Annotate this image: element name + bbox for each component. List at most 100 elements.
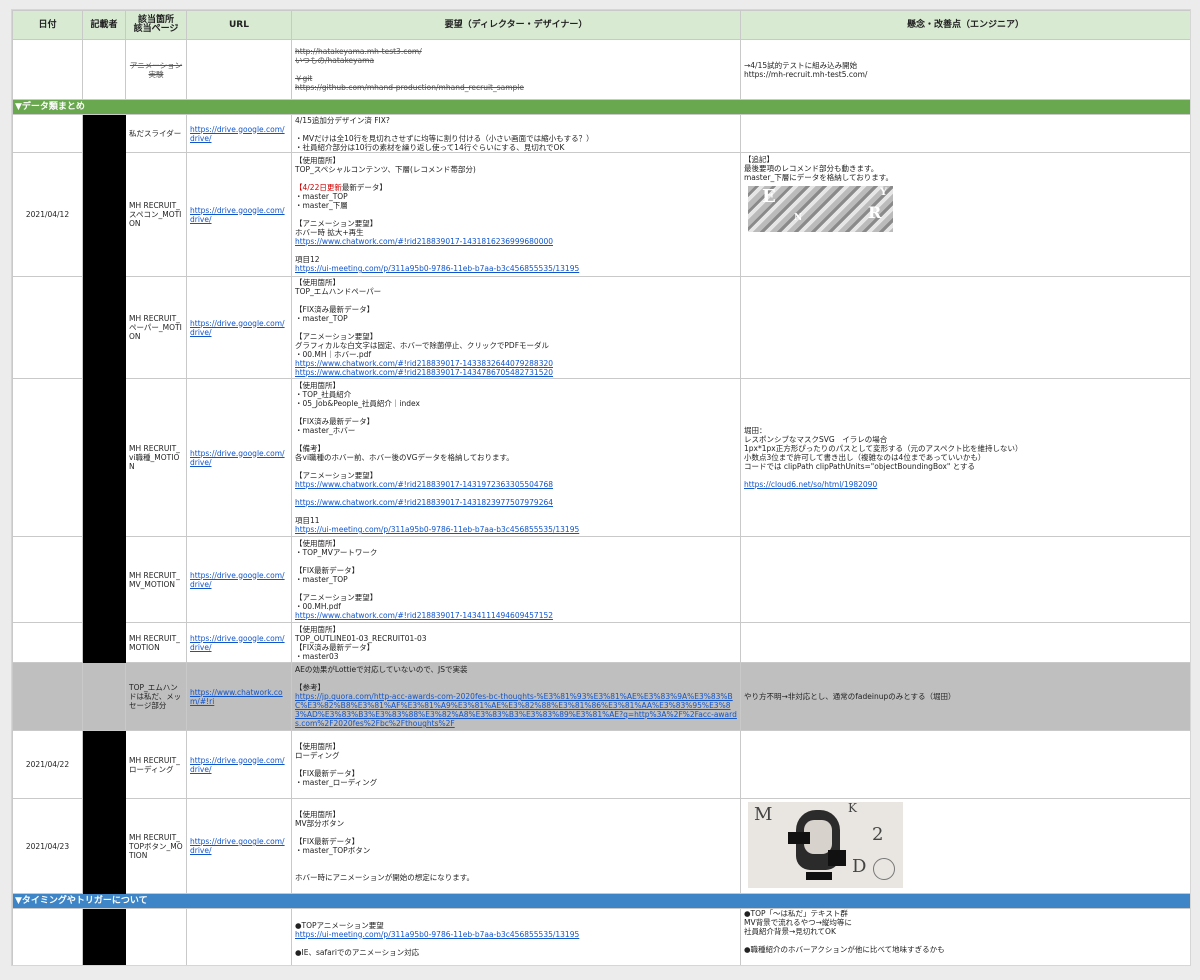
thumbnail-image[interactable]: M 2 D K bbox=[748, 802, 903, 888]
header-url: URL bbox=[186, 10, 292, 40]
cell-author[interactable] bbox=[82, 908, 126, 965]
header-page: 該当箇所 該当ページ bbox=[125, 10, 187, 40]
cell-url[interactable]: https://drive.google.com/drive/ bbox=[186, 730, 292, 799]
cell-date[interactable] bbox=[12, 276, 83, 379]
cell-date[interactable] bbox=[12, 39, 83, 100]
cell-url[interactable]: https://drive.google.com/drive/ bbox=[186, 622, 292, 663]
cell-concerns[interactable] bbox=[740, 536, 1190, 623]
table-row[interactable]: MH RECRUIT_vi職種_MOTION https://drive.goo… bbox=[12, 378, 1190, 537]
section-header[interactable]: ▼データ類まとめ bbox=[12, 99, 1190, 115]
cell-date[interactable] bbox=[12, 114, 83, 153]
chatwork-link[interactable]: https://www.chatwork.com/#!rid218839017-… bbox=[295, 359, 553, 368]
cell-author[interactable] bbox=[82, 152, 126, 277]
concerns-text: 【追記】 最後要項のレコメンド部分も動きます。 master_下層にデータを格納… bbox=[744, 155, 893, 182]
cell-url[interactable]: https://drive.google.com/drive/ bbox=[186, 378, 292, 537]
cell-concerns[interactable]: やり方不明→非対応とし、通常のfadeinupのみとする（堀田） bbox=[740, 662, 1190, 731]
section-header[interactable]: ▼タイミングやトリガーについて bbox=[12, 893, 1190, 909]
chatwork-link[interactable]: https://www.chatwork.com/#!rid218839017-… bbox=[295, 237, 553, 246]
table-row[interactable]: MH RECRUIT_MV_MOTION https://drive.googl… bbox=[12, 536, 1190, 623]
cell-request[interactable]: 【使用箇所】 MV部分ボタン 【FIX最新データ】 ・master_TOPボタン… bbox=[291, 798, 741, 894]
cell-request[interactable]: 4/15追加分デザイン済 FIX? ・MVだけは全10行を見切れさせずに均等に割… bbox=[291, 114, 741, 153]
cell-author[interactable] bbox=[82, 276, 126, 379]
cell-page[interactable]: TOP_エムハンドは私だ、メッセージ部分 bbox=[125, 662, 187, 731]
cell-url[interactable]: https://www.chatwork.com/#!ri bbox=[186, 662, 292, 731]
cell-concerns[interactable]: ●TOP「～は私だ」テキスト群 MV背景で流れるやつ→縦均等に 社員紹介背景→見… bbox=[740, 908, 1190, 965]
cell-request[interactable]: 【使用箇所】 TOP_スペシャルコンテンツ、下層(レコメンド帯部分) 【4/22… bbox=[291, 152, 741, 277]
screenshot-frame: 日付 記載者 該当箇所 該当ページ URL 要望（ディレクター・デザイナー） 懸… bbox=[0, 0, 1200, 980]
cell-author[interactable] bbox=[82, 622, 126, 663]
cell-date[interactable]: 2021/04/22 bbox=[12, 730, 83, 799]
cell-request[interactable]: 【使用箇所】 ・TOP_MVアートワーク 【FIX最新データ】 ・master_… bbox=[291, 536, 741, 623]
reference-link[interactable]: https://cloud6.net/so/html/1982090 bbox=[744, 480, 877, 489]
cell-concerns[interactable] bbox=[740, 114, 1190, 153]
cell-url[interactable]: https://drive.google.com/drive/ bbox=[186, 536, 292, 623]
table-row[interactable]: ●TOPアニメーション要望 https://ui-meeting.com/p/3… bbox=[12, 908, 1190, 965]
chatwork-link[interactable]: https://www.chatwork.com/#!rid218839017-… bbox=[295, 611, 553, 620]
cell-page[interactable] bbox=[125, 908, 187, 965]
cell-url[interactable]: https://drive.google.com/drive/ bbox=[186, 114, 292, 153]
meeting-link[interactable]: https://ui-meeting.com/p/311a95b0-9786-1… bbox=[295, 264, 579, 273]
cell-date[interactable] bbox=[12, 536, 83, 623]
cell-request[interactable]: 【使用箇所】 TOP_OUTLINE01-03_RECRUIT01-03 【FI… bbox=[291, 622, 741, 663]
cell-page[interactable]: MH RECRUIT_MV_MOTION bbox=[125, 536, 187, 623]
table-row[interactable]: 2021/04/23 MH RECRUIT_TOPボタン_MOTION http… bbox=[12, 798, 1190, 894]
cell-page[interactable]: MH RECRUIT_vi職種_MOTION bbox=[125, 378, 187, 537]
text: TOP_スペシャルコンテンツ、下層(レコメンド帯部分) bbox=[295, 165, 476, 174]
table-row[interactable]: 2021/04/22 MH RECRUIT_ローディング https://dri… bbox=[12, 730, 1190, 799]
cell-author[interactable] bbox=[82, 378, 126, 537]
cell-concerns[interactable] bbox=[740, 276, 1190, 379]
chatwork-link[interactable]: https://www.chatwork.com/#!rid218839017-… bbox=[295, 480, 553, 489]
cell-url[interactable]: https://drive.google.com/drive/ bbox=[186, 152, 292, 277]
meeting-link[interactable]: https://ui-meeting.com/p/311a95b0-9786-1… bbox=[295, 930, 579, 939]
quora-link[interactable]: https://jp.quora.com/http-acc-awards-com… bbox=[295, 692, 737, 728]
table-row[interactable]: TOP_エムハンドは私だ、メッセージ部分 https://www.chatwor… bbox=[12, 662, 1190, 731]
cell-page[interactable]: MH RECRUIT_MOTION bbox=[125, 622, 187, 663]
collage-block bbox=[806, 872, 832, 880]
cell-date[interactable]: 2021/04/23 bbox=[12, 798, 83, 894]
cell-page[interactable]: アニメーション実験 bbox=[125, 39, 187, 100]
cell-date[interactable] bbox=[12, 378, 83, 537]
cell-url[interactable]: https://drive.google.com/drive/ bbox=[186, 798, 292, 894]
cell-request[interactable]: 【使用箇所】 TOP_エムハンドペーパー 【FIX済み最新データ】 ・maste… bbox=[291, 276, 741, 379]
table-row[interactable]: MH RECRUIT_ペーパー_MOTION https://drive.goo… bbox=[12, 276, 1190, 379]
cell-url[interactable] bbox=[186, 908, 292, 965]
cell-date[interactable] bbox=[12, 622, 83, 663]
cell-author[interactable] bbox=[82, 798, 126, 894]
cell-request[interactable]: http://hatakeyama.mh-test3.com/ いつもの/hat… bbox=[291, 39, 741, 100]
thumbnail-image[interactable]: E N R Y bbox=[748, 186, 893, 232]
cell-concerns[interactable] bbox=[740, 622, 1190, 663]
chatwork-link[interactable]: https://www.chatwork.com/#!rid218839017-… bbox=[295, 498, 553, 507]
cell-request[interactable]: 【使用箇所】 ローディング 【FIX最新データ】 ・master_ローディング bbox=[291, 730, 741, 799]
section-row-data[interactable]: ▼データ類まとめ bbox=[12, 99, 1190, 115]
cell-author[interactable] bbox=[82, 114, 126, 153]
cell-author[interactable] bbox=[82, 536, 126, 623]
cell-request[interactable]: AEの効果がLottieで対応していないので、JSで実装 【参考】 https:… bbox=[291, 662, 741, 731]
table-row[interactable]: アニメーション実験 http://hatakeyama.mh-test3.com… bbox=[12, 39, 1190, 100]
table-row[interactable]: MH RECRUIT_MOTION https://drive.google.c… bbox=[12, 622, 1190, 663]
cell-author[interactable] bbox=[82, 662, 126, 731]
table-row[interactable]: 2021/04/12 MH RECRUIT_スペコン_MOTION https:… bbox=[12, 152, 1190, 277]
cell-date[interactable] bbox=[12, 662, 83, 731]
cell-request[interactable]: ●TOPアニメーション要望 https://ui-meeting.com/p/3… bbox=[291, 908, 741, 965]
section-row-timing[interactable]: ▼タイミングやトリガーについて bbox=[12, 893, 1190, 909]
cell-page[interactable]: MH RECRUIT_スペコン_MOTION bbox=[125, 152, 187, 277]
cell-author[interactable] bbox=[82, 39, 126, 100]
cell-url[interactable] bbox=[186, 39, 292, 100]
cell-page[interactable]: 私だスライダー bbox=[125, 114, 187, 153]
cell-concerns[interactable]: 堀田： レスポンシブなマスクSVG イラレの場合 1px*1px正方形ぴったりの… bbox=[740, 378, 1190, 537]
cell-date[interactable] bbox=[12, 908, 83, 965]
cell-author[interactable] bbox=[82, 730, 126, 799]
cell-date[interactable]: 2021/04/12 bbox=[12, 152, 83, 277]
chatwork-link[interactable]: https://www.chatwork.com/#!rid218839017-… bbox=[295, 368, 553, 377]
cell-concerns[interactable]: →4/15試的テストに組み込み開始 https://mh-recruit.mh-… bbox=[740, 39, 1190, 100]
cell-page[interactable]: MH RECRUIT_ローディング bbox=[125, 730, 187, 799]
meeting-link[interactable]: https://ui-meeting.com/p/311a95b0-9786-1… bbox=[295, 525, 579, 534]
cell-page[interactable]: MH RECRUIT_TOPボタン_MOTION bbox=[125, 798, 187, 894]
cell-concerns[interactable]: M 2 D K bbox=[740, 798, 1190, 894]
cell-page[interactable]: MH RECRUIT_ペーパー_MOTION bbox=[125, 276, 187, 379]
cell-request[interactable]: 【使用箇所】 ・TOP_社員紹介 ・05_Job&People_社員紹介｜ind… bbox=[291, 378, 741, 537]
table-row[interactable]: 私だスライダー https://drive.google.com/drive/ … bbox=[12, 114, 1190, 153]
cell-concerns[interactable]: 【追記】 最後要項のレコメンド部分も動きます。 master_下層にデータを格納… bbox=[740, 152, 1190, 277]
cell-concerns[interactable] bbox=[740, 730, 1190, 799]
cell-url[interactable]: https://drive.google.com/drive/ bbox=[186, 276, 292, 379]
